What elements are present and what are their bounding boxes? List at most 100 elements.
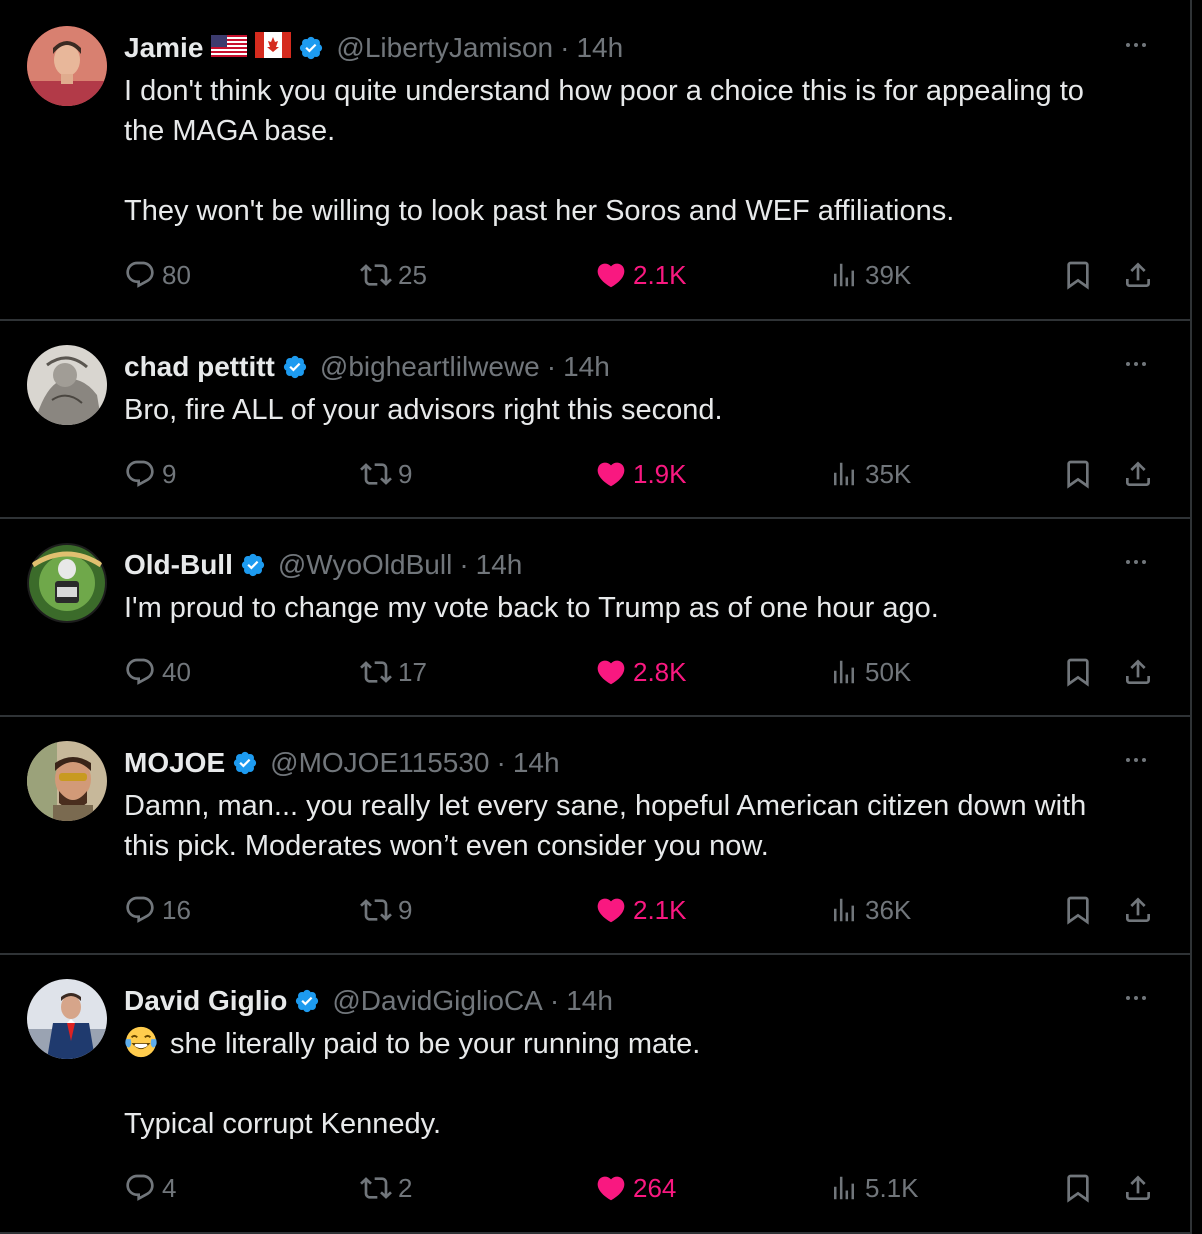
reply-count: 40 bbox=[162, 656, 191, 687]
repost-count: 17 bbox=[398, 656, 427, 687]
heart-icon bbox=[595, 894, 627, 926]
timestamp[interactable]: 14h bbox=[566, 985, 613, 1017]
display-name[interactable]: MOJOE bbox=[124, 747, 225, 779]
user-handle[interactable]: @DavidGiglioCA bbox=[332, 985, 543, 1017]
tweet[interactable]: David Giglio @DavidGiglioCA · 14h she li… bbox=[0, 955, 1190, 1234]
tweet-header: Jamie @LibertyJamison · 14h bbox=[124, 28, 623, 68]
tweet-text-rest: Typical corrupt Kennedy. bbox=[124, 1108, 442, 1140]
more-options-icon[interactable] bbox=[1116, 349, 1156, 379]
more-options-icon[interactable] bbox=[1116, 30, 1156, 60]
tweet[interactable]: MOJOE @MOJOE115530 · 14h Damn, man... yo… bbox=[0, 717, 1190, 955]
more-options-icon[interactable] bbox=[1116, 745, 1156, 775]
bookmark-button[interactable] bbox=[1062, 255, 1094, 295]
repost-button[interactable]: 25 bbox=[360, 255, 427, 295]
separator-dot: · bbox=[459, 549, 469, 580]
tweet-text: Bro, fire ALL of your advisors right thi… bbox=[124, 394, 723, 426]
like-count: 1.9K bbox=[633, 458, 687, 489]
views-button[interactable]: 50K bbox=[829, 652, 911, 692]
repost-icon bbox=[360, 458, 392, 490]
share-icon bbox=[1122, 259, 1154, 291]
tweet-text-first-line: she literally paid to be your running ma… bbox=[170, 1028, 701, 1060]
display-name[interactable]: Jamie bbox=[124, 32, 203, 64]
reply-count: 16 bbox=[162, 894, 191, 925]
user-handle[interactable]: @WyoOldBull bbox=[278, 549, 452, 581]
reply-icon bbox=[124, 458, 156, 490]
user-handle[interactable]: @MOJOE115530 bbox=[270, 747, 489, 779]
repost-count: 9 bbox=[398, 894, 413, 925]
repost-button[interactable]: 2 bbox=[360, 1168, 412, 1208]
reply-count: 80 bbox=[162, 259, 191, 290]
view-count: 36K bbox=[865, 894, 912, 925]
tweet-header: MOJOE @MOJOE115530 · 14h bbox=[124, 743, 560, 783]
repost-count: 2 bbox=[398, 1172, 413, 1203]
avatar[interactable] bbox=[27, 26, 107, 106]
more-options-icon[interactable] bbox=[1116, 983, 1156, 1013]
bookmark-button[interactable] bbox=[1062, 1168, 1094, 1208]
avatar[interactable] bbox=[27, 345, 107, 425]
views-button[interactable]: 36K bbox=[829, 890, 911, 930]
tweet-text: I'm proud to change my vote back to Trum… bbox=[124, 592, 939, 624]
more-options-icon[interactable] bbox=[1116, 547, 1156, 577]
user-handle[interactable]: @bigheartlilwewe bbox=[320, 351, 540, 383]
repost-icon bbox=[360, 259, 392, 291]
tweet-header: David Giglio @DavidGiglioCA · 14h bbox=[124, 981, 613, 1021]
repost-button[interactable]: 9 bbox=[360, 454, 412, 494]
tweet-text: I don't think you quite understand how p… bbox=[124, 75, 1084, 227]
display-name[interactable]: chad pettitt bbox=[124, 351, 275, 383]
tweet[interactable]: Old-Bull @WyoOldBull · 14h I'm proud to … bbox=[0, 519, 1190, 717]
timestamp[interactable]: 14h bbox=[513, 747, 560, 779]
tweet[interactable]: chad pettitt @bigheartlilwewe · 14h Bro,… bbox=[0, 321, 1190, 519]
timestamp[interactable]: 14h bbox=[476, 549, 523, 581]
timestamp[interactable]: 14h bbox=[563, 351, 610, 383]
like-count: 264 bbox=[633, 1172, 677, 1203]
bookmark-button[interactable] bbox=[1062, 652, 1094, 692]
display-name[interactable]: David Giglio bbox=[124, 985, 287, 1017]
reply-button[interactable]: 80 bbox=[124, 255, 191, 295]
like-button[interactable]: 2.1K bbox=[595, 255, 687, 295]
repost-count: 9 bbox=[398, 458, 413, 489]
views-icon bbox=[829, 459, 859, 489]
bookmark-icon bbox=[1062, 259, 1094, 291]
view-count: 35K bbox=[865, 458, 912, 489]
share-button[interactable] bbox=[1122, 255, 1154, 295]
reply-button[interactable]: 16 bbox=[124, 890, 191, 930]
views-button[interactable]: 39K bbox=[829, 255, 911, 295]
share-button[interactable] bbox=[1122, 454, 1154, 494]
like-button[interactable]: 1.9K bbox=[595, 454, 687, 494]
action-bar: 40 17 2.8K 50K bbox=[124, 652, 1154, 692]
like-button[interactable]: 2.8K bbox=[595, 652, 687, 692]
action-bar: 16 9 2.1K 36K bbox=[124, 890, 1154, 930]
share-icon bbox=[1122, 894, 1154, 926]
separator-dot: · bbox=[549, 985, 560, 1016]
reply-button[interactable]: 4 bbox=[124, 1168, 176, 1208]
verified-badge-icon bbox=[232, 750, 258, 776]
like-button[interactable]: 2.1K bbox=[595, 890, 687, 930]
repost-icon bbox=[360, 656, 392, 688]
repost-button[interactable]: 17 bbox=[360, 652, 427, 692]
repost-button[interactable]: 9 bbox=[360, 890, 412, 930]
bookmark-button[interactable] bbox=[1062, 454, 1094, 494]
share-button[interactable] bbox=[1122, 652, 1154, 692]
tweet-text: she literally paid to be your running ma… bbox=[124, 1024, 700, 1144]
views-button[interactable]: 35K bbox=[829, 454, 911, 494]
reply-icon bbox=[124, 656, 156, 688]
reply-icon bbox=[124, 1172, 156, 1204]
share-button[interactable] bbox=[1122, 890, 1154, 930]
avatar[interactable] bbox=[27, 741, 107, 821]
timestamp[interactable]: 14h bbox=[576, 32, 623, 64]
bookmark-icon bbox=[1062, 656, 1094, 688]
canada-flag-icon bbox=[255, 31, 292, 65]
share-button[interactable] bbox=[1122, 1168, 1154, 1208]
tweet[interactable]: Jamie @LibertyJamison · 14h I don't thin… bbox=[0, 0, 1190, 321]
views-icon bbox=[829, 657, 859, 687]
reply-button[interactable]: 9 bbox=[124, 454, 176, 494]
user-handle[interactable]: @LibertyJamison bbox=[336, 32, 553, 64]
views-button[interactable]: 5.1K bbox=[829, 1168, 919, 1208]
avatar[interactable] bbox=[27, 979, 107, 1059]
reply-button[interactable]: 40 bbox=[124, 652, 191, 692]
bookmark-button[interactable] bbox=[1062, 890, 1094, 930]
views-icon bbox=[829, 895, 859, 925]
avatar[interactable] bbox=[27, 543, 107, 623]
display-name[interactable]: Old-Bull bbox=[124, 549, 233, 581]
like-button[interactable]: 264 bbox=[595, 1168, 676, 1208]
